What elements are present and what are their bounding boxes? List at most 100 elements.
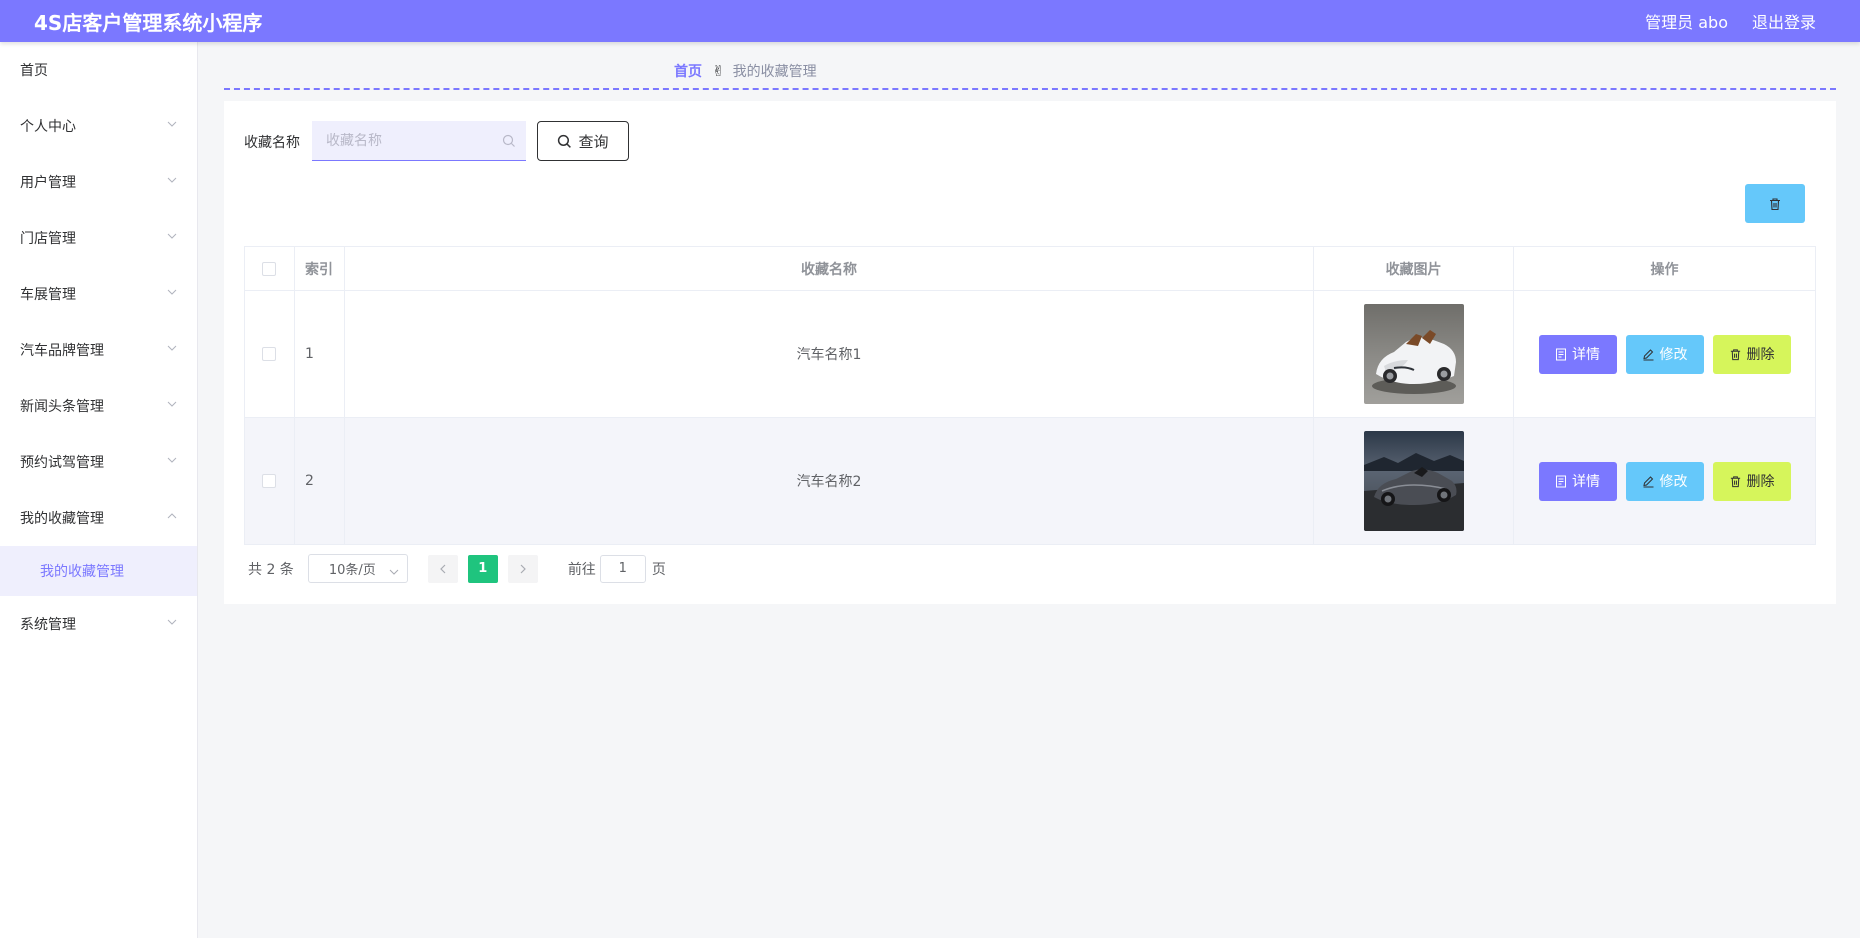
- goto-page: 前往 页: [567, 554, 666, 583]
- favorites-table: 索引 收藏名称 收藏图片 操作 1 汽车名称1 详情 修改 删除 2 汽车名称2…: [244, 246, 1816, 545]
- logout-link[interactable]: 退出登录: [1752, 9, 1816, 33]
- chevron-up-icon: [167, 512, 177, 520]
- sidebar-item-label: 用户管理: [20, 175, 76, 191]
- table-header-row: 索引 收藏名称 收藏图片 操作: [244, 246, 1816, 291]
- sidebar-subitem-my-favorites[interactable]: 我的收藏管理: [0, 546, 197, 596]
- content-panel: 收藏名称 查询 索引 收藏名称 收藏图片 操作 1 汽车名称1: [224, 101, 1836, 604]
- search-input[interactable]: [326, 132, 496, 149]
- next-page-button[interactable]: [507, 554, 538, 583]
- detail-button[interactable]: 详情: [1538, 334, 1617, 374]
- chevron-down-icon: [167, 400, 177, 408]
- sidebar-item-label: 个人中心: [20, 119, 76, 135]
- sidebar-item-label: 车展管理: [20, 287, 76, 303]
- sidebar-item-user-management[interactable]: 用户管理: [0, 154, 197, 210]
- header-select-all: [244, 246, 295, 291]
- edit-button-label: 修改: [1659, 474, 1688, 490]
- select-all-checkbox[interactable]: [262, 261, 277, 276]
- sidebar-item-store-management[interactable]: 门店管理: [0, 210, 197, 266]
- row-select-cell: [244, 290, 295, 418]
- prev-page-button[interactable]: [427, 554, 458, 583]
- row-checkbox[interactable]: [262, 347, 277, 361]
- sidebar-item-personal-center[interactable]: 个人中心: [0, 98, 197, 154]
- page-number-button[interactable]: 1: [467, 554, 498, 583]
- chevron-right-icon: [520, 564, 526, 573]
- chevron-down-icon: [167, 120, 177, 128]
- row-checkbox[interactable]: [262, 474, 277, 488]
- edit-button[interactable]: 修改: [1625, 461, 1704, 501]
- page-size-value: 10条/页: [328, 563, 376, 578]
- pagination: 共 2 条 10条/页 1 前往 页: [248, 554, 666, 583]
- row-actions: 详情 修改 删除: [1514, 461, 1815, 501]
- sidebar-item-label: 汽车品牌管理: [20, 343, 104, 359]
- query-button-label: 查询: [578, 132, 609, 151]
- query-button[interactable]: 查询: [537, 121, 629, 161]
- sidebar-item-label: 系统管理: [20, 617, 76, 633]
- sidebar-item-label: 首页: [20, 63, 48, 79]
- document-icon: [1556, 348, 1566, 360]
- breadcrumb-divider: [224, 88, 1836, 90]
- sidebar-item-system-management[interactable]: 系统管理: [0, 596, 197, 652]
- table-row: 2 汽车名称2 详情 修改 删除: [244, 417, 1816, 545]
- delete-button-label: 删除: [1746, 474, 1775, 490]
- goto-prefix: 前往: [567, 561, 596, 578]
- bulk-delete-button[interactable]: [1745, 184, 1805, 223]
- sidebar: 首页 个人中心 用户管理 门店管理 车展管理 汽车品牌管理 新闻头条管理 预约试…: [0, 42, 198, 938]
- sidebar-item-test-drive-management[interactable]: 预约试驾管理: [0, 434, 197, 490]
- detail-button[interactable]: 详情: [1538, 461, 1617, 501]
- chevron-down-icon: [167, 232, 177, 240]
- chevron-down-icon: [167, 176, 177, 184]
- delete-button[interactable]: 删除: [1712, 334, 1791, 374]
- sidebar-item-label: 我的收藏管理: [20, 511, 104, 527]
- sidebar-item-label: 新闻头条管理: [20, 399, 104, 415]
- row-image-cell: [1313, 290, 1515, 418]
- search-icon: [558, 134, 572, 148]
- trash-icon: [1730, 348, 1740, 360]
- pencil-icon: [1642, 348, 1653, 360]
- row-actions: 详情 修改 删除: [1514, 334, 1815, 374]
- trash-icon: [1730, 475, 1740, 487]
- column-header-actions: 操作: [1513, 246, 1816, 291]
- header-actions: 管理员 abo 退出登录: [1645, 9, 1816, 33]
- sidebar-item-news-management[interactable]: 新闻头条管理: [0, 378, 197, 434]
- row-index: 1: [293, 290, 345, 418]
- breadcrumb-separator-icon: ✌: [712, 62, 725, 80]
- page-size-select[interactable]: 10条/页: [307, 554, 408, 583]
- edit-button-label: 修改: [1659, 347, 1688, 363]
- search-label: 收藏名称: [244, 135, 300, 151]
- top-header: 4S店客户管理系统小程序 管理员 abo 退出登录: [0, 0, 1860, 42]
- goto-page-input[interactable]: [599, 554, 646, 583]
- breadcrumb-home[interactable]: 首页: [674, 61, 702, 81]
- detail-button-label: 详情: [1572, 347, 1600, 363]
- search-field[interactable]: [312, 121, 526, 161]
- trash-icon: [1770, 197, 1780, 210]
- sidebar-item-favorites-management[interactable]: 我的收藏管理: [0, 490, 197, 546]
- delete-button-label: 删除: [1746, 347, 1775, 363]
- chevron-down-icon: [167, 456, 177, 464]
- row-actions-cell: 详情 修改 删除: [1513, 290, 1816, 418]
- document-icon: [1556, 475, 1566, 487]
- search-icon: [502, 133, 516, 152]
- edit-button[interactable]: 修改: [1625, 334, 1704, 374]
- sidebar-item-home[interactable]: 首页: [0, 42, 197, 98]
- table-row: 1 汽车名称1 详情 修改 删除: [244, 290, 1816, 418]
- chevron-down-icon: [167, 618, 177, 626]
- sidebar-item-label: 预约试驾管理: [20, 455, 104, 471]
- sidebar-item-auto-show-management[interactable]: 车展管理: [0, 266, 197, 322]
- row-name: 汽车名称2: [343, 417, 1315, 545]
- row-select-cell: [244, 417, 295, 545]
- sidebar-item-car-brand-management[interactable]: 汽车品牌管理: [0, 322, 197, 378]
- chevron-down-icon: [389, 565, 399, 580]
- delete-button[interactable]: 删除: [1712, 461, 1791, 501]
- column-header-image: 收藏图片: [1313, 246, 1515, 291]
- goto-suffix: 页: [651, 561, 666, 578]
- sidebar-subitem-label: 我的收藏管理: [40, 564, 124, 580]
- car-image-white-roadster[interactable]: [1363, 304, 1464, 404]
- row-image-cell: [1313, 417, 1515, 545]
- breadcrumb: 首页 ✌ 我的收藏管理: [674, 61, 817, 81]
- breadcrumb-current: 我的收藏管理: [732, 64, 817, 80]
- row-index: 2: [293, 417, 345, 545]
- pencil-icon: [1642, 475, 1653, 487]
- detail-button-label: 详情: [1572, 474, 1600, 490]
- car-image-dark-roadster[interactable]: [1363, 431, 1464, 531]
- row-name: 汽车名称1: [343, 290, 1315, 418]
